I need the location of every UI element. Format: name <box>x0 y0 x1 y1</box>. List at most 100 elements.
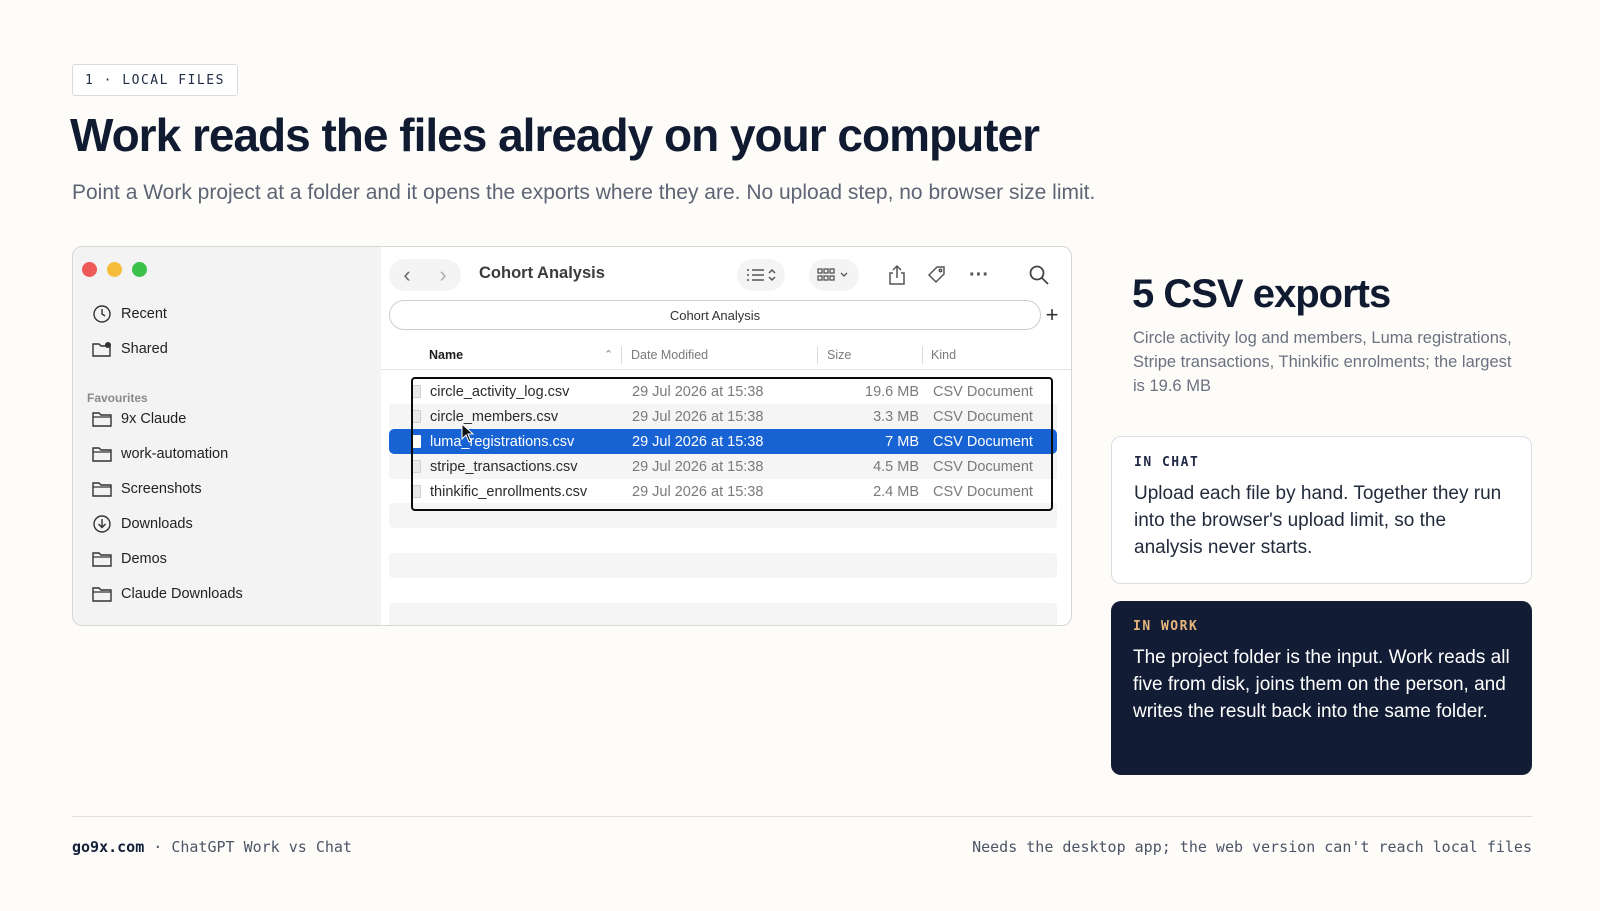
sidebar-item-label: Shared <box>121 341 168 357</box>
file-row-selected[interactable]: luma_registrations.csv 29 Jul 2026 at 15… <box>389 429 1057 454</box>
card-body: Upload each file by hand. Together they … <box>1134 483 1502 558</box>
csv-file-icon <box>411 435 421 448</box>
tag-icon <box>927 266 945 284</box>
section-eyebrow: 1 · LOCAL FILES <box>72 64 238 96</box>
in-chat-card: IN CHAT Upload each file by hand. Togeth… <box>1111 436 1532 584</box>
file-date: 29 Jul 2026 at 15:38 <box>632 483 764 500</box>
column-separator[interactable] <box>817 346 818 364</box>
column-separator[interactable] <box>621 346 622 364</box>
sidebar-item-label: Recent <box>121 306 167 322</box>
file-size: 2.4 MB <box>873 483 919 500</box>
plus-icon: + <box>1045 302 1059 327</box>
folder-icon <box>92 447 112 462</box>
empty-row <box>389 553 1057 578</box>
column-header-size[interactable]: Size <box>827 343 851 367</box>
sort-ascending-icon: ⌃ <box>604 349 614 361</box>
file-size: 19.6 MB <box>865 383 919 400</box>
shared-folder-icon <box>92 342 111 357</box>
column-separator[interactable] <box>922 346 923 364</box>
file-name: stripe_transactions.csv <box>430 458 578 475</box>
more-button[interactable]: ··· <box>963 259 995 291</box>
column-header-name[interactable]: Name <box>429 343 463 367</box>
file-size: 4.5 MB <box>873 458 919 475</box>
file-name: circle_members.csv <box>430 408 559 425</box>
download-icon <box>93 515 111 533</box>
sidebar-item-work-automation[interactable]: work-automation <box>91 441 228 467</box>
sidebar-item-label: 9x Claude <box>121 411 187 427</box>
folder-icon <box>92 587 112 602</box>
sidebar-item-label: Screenshots <box>121 481 202 497</box>
list-view-icon <box>747 268 776 282</box>
file-date: 29 Jul 2026 at 15:38 <box>632 383 764 400</box>
stat-headline: 5 CSV exports <box>1132 272 1391 316</box>
finder-sidebar: Recent Shared Favourites 9x Claude work-… <box>73 247 381 625</box>
column-header-label: Size <box>827 348 852 362</box>
finder-content: ‹ › Cohort Analysis ··· Cohort Analysis … <box>381 247 1071 625</box>
list-view-button[interactable] <box>737 259 785 291</box>
file-row[interactable]: thinkific_enrollments.csv 29 Jul 2026 at… <box>389 479 1057 504</box>
folder-icon <box>92 412 112 427</box>
zoom-window-button[interactable] <box>132 262 147 277</box>
card-label: IN CHAT <box>1134 455 1200 470</box>
footer-separator: · <box>144 838 172 856</box>
file-kind: CSV Document <box>933 408 1033 425</box>
search-button[interactable] <box>1023 259 1055 291</box>
file-row[interactable]: stripe_transactions.csv 29 Jul 2026 at 1… <box>389 454 1057 479</box>
csv-file-icon <box>411 485 421 498</box>
card-body: The project folder is the input. Work re… <box>1133 647 1510 722</box>
path-bar[interactable]: Cohort Analysis <box>389 300 1041 330</box>
grid-icon <box>817 268 848 281</box>
csv-file-icon <box>411 385 421 398</box>
sidebar-item-downloads[interactable]: Downloads <box>91 511 193 537</box>
footer-site: go9x.com <box>72 838 145 856</box>
card-label: IN WORK <box>1133 619 1199 634</box>
column-header-date[interactable]: Date Modified <box>631 343 708 367</box>
file-name: luma_registrations.csv <box>430 433 575 450</box>
nav-buttons: ‹ › <box>389 259 461 291</box>
footer-note: Needs the desktop app; the web version c… <box>972 838 1532 856</box>
forward-button[interactable]: › <box>425 262 461 288</box>
sidebar-item-label: Claude Downloads <box>121 586 243 602</box>
share-button[interactable] <box>881 259 913 291</box>
back-button[interactable]: ‹ <box>389 262 425 288</box>
page-title: Work reads the files already on your com… <box>70 109 1040 161</box>
mouse-cursor-icon <box>461 423 475 443</box>
file-row[interactable]: circle_members.csv 29 Jul 2026 at 15:38 … <box>389 404 1057 429</box>
file-kind: CSV Document <box>933 433 1033 450</box>
new-tab-button[interactable]: + <box>1037 300 1067 330</box>
minimize-window-button[interactable] <box>107 262 122 277</box>
file-kind: CSV Document <box>933 458 1033 475</box>
tag-button[interactable] <box>921 259 953 291</box>
file-row[interactable]: circle_activity_log.csv 29 Jul 2026 at 1… <box>389 379 1057 404</box>
column-header-kind[interactable]: Kind <box>931 343 956 367</box>
sidebar-item-recent[interactable]: Recent <box>91 301 167 327</box>
footer-context: ChatGPT Work vs Chat <box>171 838 352 856</box>
footer-divider <box>72 816 1532 817</box>
more-icon: ··· <box>969 263 989 286</box>
clock-icon <box>93 305 111 323</box>
file-kind: CSV Document <box>933 383 1033 400</box>
footer-source: go9x.com · ChatGPT Work vs Chat <box>72 838 352 856</box>
sidebar-item-demos[interactable]: Demos <box>91 546 167 572</box>
column-header-label: Kind <box>931 348 957 362</box>
group-view-button[interactable] <box>809 259 859 291</box>
window-controls <box>82 262 147 277</box>
sidebar-item-screenshots[interactable]: Screenshots <box>91 476 202 502</box>
sidebar-item-shared[interactable]: Shared <box>91 336 168 362</box>
file-date: 29 Jul 2026 at 15:38 <box>632 458 764 475</box>
sidebar-item-9x-claude[interactable]: 9x Claude <box>91 406 186 432</box>
window-title: Cohort Analysis <box>479 264 605 282</box>
sidebar-item-claude-downloads[interactable]: Claude Downloads <box>91 581 243 607</box>
csv-file-icon <box>411 460 421 473</box>
file-kind: CSV Document <box>933 483 1033 500</box>
column-header-label: Name <box>429 348 464 362</box>
csv-file-icon <box>411 410 421 423</box>
file-date: 29 Jul 2026 at 15:38 <box>632 433 764 450</box>
finder-window: Recent Shared Favourites 9x Claude work-… <box>72 246 1072 626</box>
in-work-card: IN WORK The project folder is the input.… <box>1111 601 1532 775</box>
sidebar-item-label: work-automation <box>121 446 229 462</box>
close-window-button[interactable] <box>82 262 97 277</box>
header-divider <box>381 369 1071 370</box>
column-header-label: Date Modified <box>631 348 709 362</box>
sidebar-item-label: Demos <box>121 551 167 567</box>
